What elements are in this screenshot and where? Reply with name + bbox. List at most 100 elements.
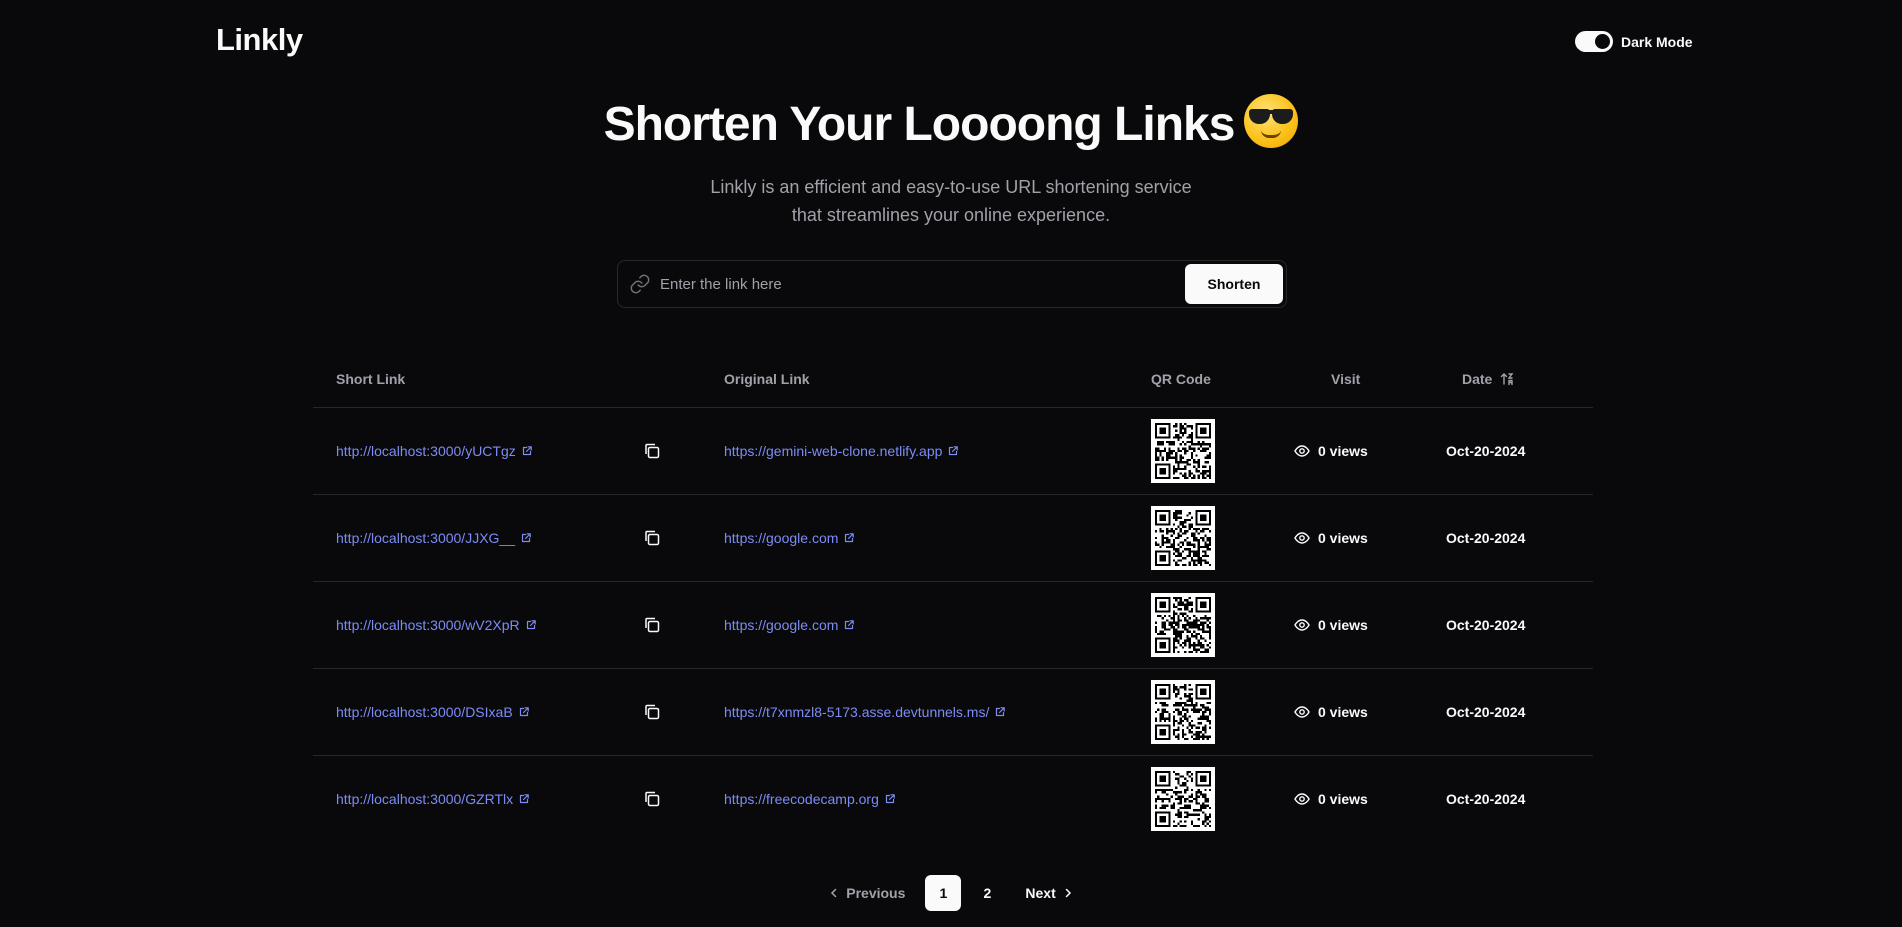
external-link-icon bbox=[885, 794, 895, 804]
copy-cell bbox=[643, 756, 661, 842]
original-link-cell: https://google.com bbox=[724, 495, 855, 581]
visit-cell: 0 views bbox=[1294, 495, 1368, 581]
header-date[interactable]: Date bbox=[1462, 349, 1514, 408]
visit-cell: 0 views bbox=[1294, 408, 1368, 494]
short-link-cell: http://localhost:3000/wV2XpR bbox=[336, 582, 537, 668]
short-link-cell: http://localhost:3000/JJXG__ bbox=[336, 495, 532, 581]
eye-icon bbox=[1294, 532, 1310, 544]
qr-code-image[interactable] bbox=[1151, 593, 1215, 657]
hero-subtitle-line-2: that streamlines your online experience. bbox=[791, 205, 1111, 225]
external-link-icon bbox=[520, 794, 529, 804]
original-link-text: https://freecodecamp.org bbox=[724, 791, 879, 807]
external-link-icon bbox=[949, 446, 959, 456]
logo[interactable]: Linkly bbox=[216, 22, 303, 58]
table-header: Short Link Original Link QR Code Visit D… bbox=[313, 349, 1593, 408]
qr-code-image[interactable] bbox=[1151, 680, 1215, 744]
original-link[interactable]: https://gemini-web-clone.netlify.app bbox=[724, 443, 959, 459]
external-link-icon bbox=[996, 707, 1006, 717]
page-1-button[interactable]: 1 bbox=[925, 875, 962, 911]
hero-title-text: Shorten Your Loooong Links bbox=[603, 98, 1236, 151]
date-cell: Oct-20-2024 bbox=[1446, 617, 1526, 633]
table-row: http://localhost:3000/wV2XpR https://goo… bbox=[313, 582, 1593, 669]
sort-icon[interactable] bbox=[1500, 372, 1514, 386]
original-link-text: https://google.com bbox=[724, 617, 839, 633]
smiling-face-with-sunglasses-icon bbox=[1244, 94, 1299, 148]
previous-label: Previous bbox=[846, 885, 906, 901]
short-link-text: http://localhost:3000/GZRTlx bbox=[336, 791, 514, 807]
date-cell: Oct-20-2024 bbox=[1446, 443, 1526, 459]
link-icon bbox=[630, 274, 650, 294]
short-link-text: http://localhost:3000/JJXG__ bbox=[336, 530, 515, 546]
original-link-cell: https://t7xnmzl8-5173.asse.devtunnels.ms… bbox=[724, 669, 1006, 755]
date-cell: Oct-20-2024 bbox=[1446, 704, 1526, 720]
qr-code-cell bbox=[1151, 756, 1215, 842]
qr-code-image[interactable] bbox=[1151, 419, 1215, 483]
chevron-left-icon bbox=[831, 888, 837, 898]
original-link-text: https://gemini-web-clone.netlify.app bbox=[724, 443, 943, 459]
page-2-button[interactable]: 2 bbox=[969, 875, 1005, 911]
short-link-cell: http://localhost:3000/DSIxaB bbox=[336, 669, 530, 755]
views-count: 0 views bbox=[1318, 704, 1368, 720]
header-visit: Visit bbox=[1331, 370, 1361, 387]
copy-icon[interactable] bbox=[643, 529, 661, 547]
shorten-button[interactable]: Shorten bbox=[1185, 264, 1283, 304]
copy-icon[interactable] bbox=[643, 442, 661, 460]
original-link-cell: https://gemini-web-clone.netlify.app bbox=[724, 408, 959, 494]
original-link-cell: https://google.com bbox=[724, 582, 855, 668]
short-link[interactable]: http://localhost:3000/DSIxaB bbox=[336, 704, 530, 720]
original-link[interactable]: https://freecodecamp.org bbox=[724, 791, 896, 807]
header-qr-code: QR Code bbox=[1151, 370, 1211, 387]
eye-icon bbox=[1294, 706, 1310, 718]
external-link-icon bbox=[845, 533, 855, 543]
short-link-cell: http://localhost:3000/yUCTgz bbox=[336, 408, 533, 494]
original-link-text: https://t7xnmzl8-5173.asse.devtunnels.ms… bbox=[724, 704, 990, 720]
app-root: Linkly Dark Mode Shorten Your Loooong Li… bbox=[0, 0, 1902, 927]
toggle-switch[interactable] bbox=[1575, 31, 1613, 52]
external-link-icon bbox=[526, 620, 536, 630]
qr-code-cell bbox=[1151, 582, 1215, 668]
copy-icon[interactable] bbox=[643, 790, 661, 808]
table-row: http://localhost:3000/yUCTgz https://gem… bbox=[313, 408, 1593, 495]
copy-cell bbox=[643, 495, 661, 581]
original-link-text: https://google.com bbox=[724, 530, 839, 546]
short-link-text: http://localhost:3000/yUCTgz bbox=[336, 443, 516, 459]
header-short-link: Short Link bbox=[336, 370, 406, 387]
views-count: 0 views bbox=[1318, 791, 1368, 807]
external-link-icon bbox=[522, 446, 532, 456]
table-row: http://localhost:3000/JJXG__ https://goo… bbox=[313, 495, 1593, 582]
table-row: http://localhost:3000/DSIxaB https://t7x… bbox=[313, 669, 1593, 756]
copy-icon[interactable] bbox=[643, 703, 661, 721]
original-link[interactable]: https://google.com bbox=[724, 617, 855, 633]
url-input[interactable] bbox=[651, 261, 1185, 307]
shorten-form: Shorten bbox=[617, 260, 1287, 308]
qr-code-image[interactable] bbox=[1151, 767, 1215, 831]
date-cell: Oct-20-2024 bbox=[1446, 530, 1526, 546]
eye-icon bbox=[1294, 793, 1310, 805]
hero-title: Shorten Your Loooong Links bbox=[0, 94, 1902, 152]
qr-code-cell bbox=[1151, 408, 1215, 494]
previous-page-button[interactable]: Previous bbox=[816, 875, 917, 911]
short-link[interactable]: http://localhost:3000/wV2XpR bbox=[336, 617, 537, 633]
short-link[interactable]: http://localhost:3000/JJXG__ bbox=[336, 530, 532, 546]
toggle-knob bbox=[1595, 34, 1610, 49]
eye-icon bbox=[1294, 619, 1310, 631]
short-link[interactable]: http://localhost:3000/yUCTgz bbox=[336, 443, 533, 459]
dark-mode-label: Dark Mode bbox=[1621, 33, 1693, 50]
dark-mode-toggle[interactable]: Dark Mode bbox=[1575, 31, 1693, 52]
external-link-icon bbox=[519, 707, 529, 717]
table-body: http://localhost:3000/yUCTgz https://gem… bbox=[313, 408, 1593, 843]
copy-icon[interactable] bbox=[643, 616, 661, 634]
short-link[interactable]: http://localhost:3000/GZRTlx bbox=[336, 791, 530, 807]
short-link-text: http://localhost:3000/DSIxaB bbox=[336, 704, 513, 720]
qr-code-cell bbox=[1151, 495, 1215, 581]
views-count: 0 views bbox=[1318, 617, 1368, 633]
visit-cell: 0 views bbox=[1294, 669, 1368, 755]
external-link-icon bbox=[845, 620, 855, 630]
next-page-button[interactable]: Next bbox=[1013, 875, 1085, 911]
short-link-cell: http://localhost:3000/GZRTlx bbox=[336, 756, 530, 842]
visit-cell: 0 views bbox=[1294, 582, 1368, 668]
original-link[interactable]: https://t7xnmzl8-5173.asse.devtunnels.ms… bbox=[724, 704, 1006, 720]
original-link[interactable]: https://google.com bbox=[724, 530, 855, 546]
next-label: Next bbox=[1025, 885, 1056, 901]
qr-code-image[interactable] bbox=[1151, 506, 1215, 570]
